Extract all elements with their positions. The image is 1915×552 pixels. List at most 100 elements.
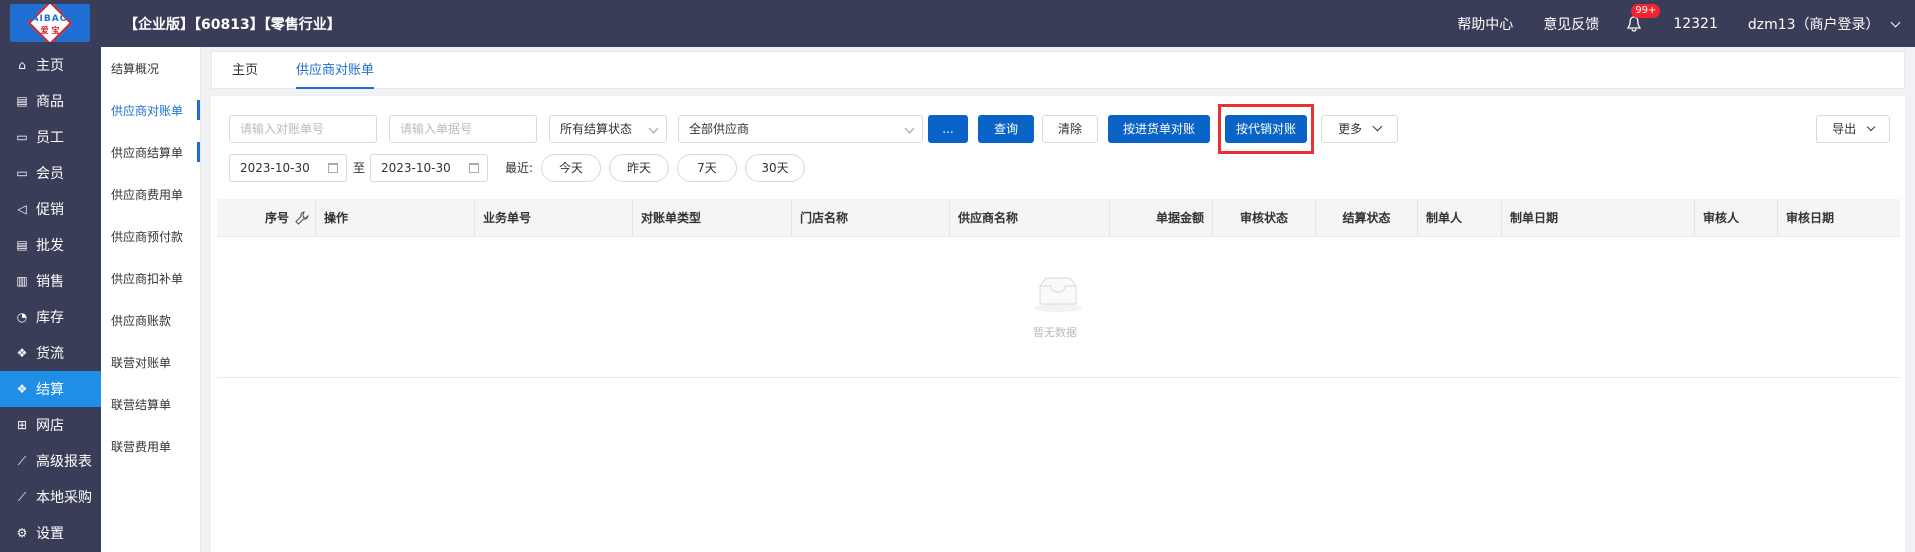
submenu-item-2[interactable]: 供应商结算单 xyxy=(101,131,200,173)
sidebar-item-8[interactable]: ❖ 货流 xyxy=(0,335,101,371)
settle-status-value: 所有结算状态 xyxy=(560,122,633,136)
submenu-item-label: 供应商结算单 xyxy=(111,145,184,160)
user-name: dzm13（商户登录） xyxy=(1747,16,1880,33)
sidebar-item-label: 销售 xyxy=(36,274,64,290)
aibao-logo[interactable]: AIBAO 爱 宝 xyxy=(10,4,90,42)
quick-date-7days[interactable]: 7天 xyxy=(677,154,737,182)
doc-no-input[interactable]: 请输入单据号 xyxy=(389,115,537,143)
submenu-item-label: 联营对账单 xyxy=(111,355,172,370)
top-right-area: 帮助中心 意见反馈 99+ 12321 dzm13（商户登录） xyxy=(1427,0,1901,47)
date-from-input[interactable]: 2023-10-30 xyxy=(229,154,347,182)
sidebar-item-label: 库存 xyxy=(36,310,64,326)
sidebar-item-10[interactable]: ⊞ 网店 xyxy=(0,407,101,443)
calendar-icon xyxy=(469,163,479,173)
submenu-item-4[interactable]: 供应商预付款 xyxy=(101,215,200,257)
col-index[interactable]: 序号 xyxy=(217,199,315,237)
chevron-down-icon xyxy=(904,123,915,134)
reconcile-by-purchase-button[interactable]: 按进货单对账 xyxy=(1108,115,1210,143)
sidebar-item-6[interactable]: ▥ 销售 xyxy=(0,263,101,299)
settle-icon: ❖ xyxy=(16,382,28,396)
supplier-value: 全部供应商 xyxy=(689,122,750,136)
logo-text: AIBAO xyxy=(31,14,69,24)
date-range-separator: 至 xyxy=(353,161,366,175)
export-dropdown-button[interactable]: 导出 xyxy=(1816,115,1890,143)
chevron-down-icon xyxy=(1372,121,1383,132)
submenu-active-indicator xyxy=(197,142,200,162)
sidebar-item-label: 员工 xyxy=(36,130,64,146)
supplier-picker-button[interactable]: ... xyxy=(928,115,968,143)
goods-icon: ▤ xyxy=(16,94,28,108)
submenu-item-label: 供应商对账单 xyxy=(111,103,184,118)
sidebar-item-label: 会员 xyxy=(36,166,64,182)
quick-date-today[interactable]: 今天 xyxy=(541,154,601,182)
chart-icon: ▥ xyxy=(16,274,28,288)
notification-bell[interactable]: 99+ xyxy=(1627,3,1661,32)
sidebar-item-0[interactable]: ⌂ 主页 xyxy=(0,47,101,83)
submenu-item-label: 供应商扣补单 xyxy=(111,271,184,286)
submenu-item-label: 结算概况 xyxy=(111,61,160,76)
sidebar-item-13[interactable]: ⚙ 设置 xyxy=(0,515,101,551)
col-amount: 单据金额 xyxy=(1109,199,1212,237)
settle-status-select[interactable]: 所有结算状态 xyxy=(549,115,667,143)
edition-title: 【企业版】【60813】【零售行业】 xyxy=(124,17,341,33)
submenu-item-3[interactable]: 供应商费用单 xyxy=(101,173,200,215)
gear-icon: ⚙ xyxy=(16,526,28,540)
col-store-name: 门店名称 xyxy=(791,199,949,237)
more-label: 更多 xyxy=(1338,122,1363,136)
staff-icon: ▭ xyxy=(16,130,28,144)
help-center-link[interactable]: 帮助中心 xyxy=(1457,14,1513,34)
sidebar-item-1[interactable]: ▤ 商品 xyxy=(0,83,101,119)
sidebar-item-label: 商品 xyxy=(36,94,64,110)
sidebar-item-3[interactable]: ▭ 会员 xyxy=(0,155,101,191)
tab-home[interactable]: 主页 xyxy=(232,52,258,89)
reconcile-by-consignment-button[interactable]: 按代销对账 xyxy=(1225,115,1307,143)
sidebar-item-5[interactable]: ▤ 批发 xyxy=(0,227,101,263)
more-dropdown-button[interactable]: 更多 xyxy=(1321,115,1398,143)
query-button[interactable]: 查询 xyxy=(978,115,1034,143)
sidebar-item-2[interactable]: ▭ 员工 xyxy=(0,119,101,155)
submenu-item-0[interactable]: 结算概况 xyxy=(101,47,200,89)
submenu-active-indicator xyxy=(197,100,200,120)
date-to-input[interactable]: 2023-10-30 xyxy=(370,154,488,182)
col-auditor: 审核人 xyxy=(1694,199,1777,237)
recon-no-input[interactable]: 请输入对账单号 xyxy=(229,115,377,143)
sidebar-item-12[interactable]: ⟋ 本地采购 xyxy=(0,479,101,515)
quick-date-30days[interactable]: 30天 xyxy=(745,154,805,182)
settlement-submenu: 结算概况供应商对账单 供应商结算单供应商费用单 供应商预付款供应商扣补单供应商账款联… xyxy=(101,47,201,552)
submenu-item-1[interactable]: 供应商对账单 xyxy=(101,89,200,131)
col-recon-type: 对账单类型 xyxy=(632,199,791,237)
submenu-item-5[interactable]: 供应商扣补单 xyxy=(101,257,200,299)
sidebar-item-4[interactable]: ◁ 促销 xyxy=(0,191,101,227)
supplier-select[interactable]: 全部供应商 xyxy=(678,115,923,143)
submenu-item-6[interactable]: 供应商账款 xyxy=(101,299,200,341)
sidebar-item-label: 货流 xyxy=(36,346,64,362)
clear-button[interactable]: 清除 xyxy=(1042,115,1098,143)
sidebar-item-label: 设置 xyxy=(36,526,64,542)
promo-icon: ◁ xyxy=(17,202,27,216)
sidebar-item-label: 网店 xyxy=(36,418,64,434)
sidebar-item-9[interactable]: ❖ 结算 xyxy=(0,371,101,407)
home-icon: ⌂ xyxy=(18,58,26,72)
flow-icon: ❖ xyxy=(16,346,28,360)
feedback-link[interactable]: 意见反馈 xyxy=(1543,14,1599,34)
submenu-item-8[interactable]: 联营结算单 xyxy=(101,383,200,425)
sidebar-item-7[interactable]: ◔ 库存 xyxy=(0,299,101,335)
col-settle-status: 结算状态 xyxy=(1315,199,1417,237)
calendar-icon xyxy=(328,163,338,173)
pie-icon: ◔ xyxy=(16,310,28,324)
submenu-item-7[interactable]: 联营对账单 xyxy=(101,341,200,383)
chevron-down-icon xyxy=(648,123,659,134)
col-create-date: 制单日期 xyxy=(1501,199,1694,237)
user-menu[interactable]: dzm13（商户登录） xyxy=(1747,14,1901,34)
table-header: 序号 操作 业务单号 对账单类型 门店名称 供应商名称 单据金额 审核状态 结算… xyxy=(217,199,1900,237)
tab-supplier-reconciliation[interactable]: 供应商对账单 xyxy=(296,52,375,89)
sidebar-item-label: 高级报表 xyxy=(36,454,92,470)
quick-date-yesterday[interactable]: 昨天 xyxy=(609,154,669,182)
wrench-icon[interactable] xyxy=(295,211,309,225)
logo-subtext: 爱 宝 xyxy=(40,26,60,35)
sidebar-item-label: 本地采购 xyxy=(36,490,92,506)
empty-box-icon xyxy=(1034,277,1082,312)
submenu-item-9[interactable]: 联营费用单 xyxy=(101,425,200,467)
page-tabs: 主页 供应商对账单 xyxy=(211,51,1905,89)
sidebar-item-11[interactable]: ⟋ 高级报表 xyxy=(0,443,101,479)
